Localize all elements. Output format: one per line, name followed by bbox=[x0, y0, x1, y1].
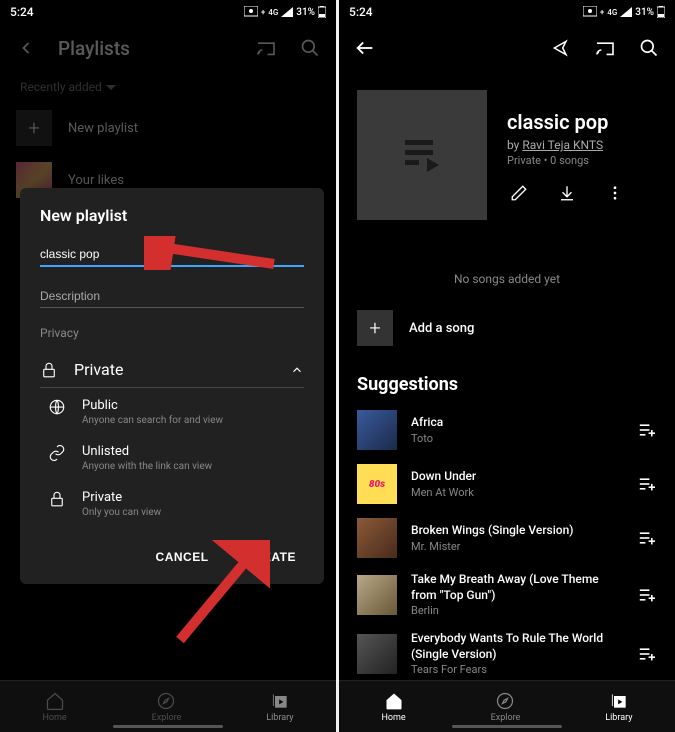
search-icon[interactable] bbox=[637, 36, 661, 60]
lock-icon bbox=[48, 490, 66, 508]
nav-home[interactable]: Home bbox=[381, 691, 405, 723]
song-thumb bbox=[357, 575, 397, 615]
right-screenshot: 5:24 + 4G 31% bbox=[339, 0, 675, 732]
privacy-option-unlisted[interactable]: Unlisted Anyone with the link can view bbox=[40, 434, 304, 480]
home-icon bbox=[45, 691, 65, 711]
privacy-option-private[interactable]: Private Only you can view bbox=[40, 480, 304, 526]
chevron-up-icon bbox=[290, 363, 304, 377]
playlist-detail: classic pop by Ravi Teja KNTS Private • … bbox=[339, 72, 675, 238]
song-row[interactable]: 80s Down Under Men At Work bbox=[339, 457, 675, 511]
add-to-playlist-icon[interactable] bbox=[637, 587, 657, 603]
song-thumb bbox=[357, 410, 397, 450]
more-icon[interactable] bbox=[603, 181, 627, 205]
share-icon[interactable] bbox=[549, 36, 573, 60]
nav-library[interactable]: Library bbox=[266, 691, 293, 723]
nav-home[interactable]: Home bbox=[42, 691, 66, 723]
sort-dropdown[interactable]: Recently added bbox=[0, 72, 336, 102]
add-to-playlist-icon[interactable] bbox=[637, 646, 657, 662]
nav-explore[interactable]: Explore bbox=[491, 691, 521, 723]
annotation-arrow bbox=[170, 540, 270, 650]
suggestions-heading: Suggestions bbox=[339, 362, 675, 403]
modal-title: New playlist bbox=[40, 206, 304, 225]
new-playlist-row[interactable]: + New playlist bbox=[0, 102, 336, 154]
compass-icon bbox=[156, 691, 176, 711]
gesture-bar bbox=[113, 725, 223, 728]
page-title: Playlists bbox=[58, 37, 234, 60]
edit-icon[interactable] bbox=[507, 181, 531, 205]
song-thumb: 80s bbox=[357, 464, 397, 504]
playlist-author: by Ravi Teja KNTS bbox=[507, 138, 627, 152]
nav-explore[interactable]: Explore bbox=[152, 691, 182, 723]
back-icon[interactable] bbox=[14, 36, 38, 60]
add-to-playlist-icon[interactable] bbox=[637, 530, 657, 546]
cast-icon[interactable] bbox=[254, 36, 278, 60]
playlist-cover bbox=[357, 90, 487, 220]
compass-icon bbox=[495, 691, 515, 711]
add-song-button[interactable]: + Add a song bbox=[339, 310, 675, 346]
privacy-selector[interactable]: Private bbox=[40, 352, 304, 388]
link-icon bbox=[48, 444, 66, 462]
playlist-name: classic pop bbox=[507, 110, 627, 134]
song-thumb bbox=[357, 634, 397, 674]
add-to-playlist-icon[interactable] bbox=[637, 422, 657, 438]
song-row[interactable]: Africa Toto bbox=[339, 403, 675, 457]
song-row[interactable]: Broken Wings (Single Version) Mr. Mister bbox=[339, 511, 675, 565]
song-row[interactable]: Everybody Wants To Rule The World (Singl… bbox=[339, 624, 675, 683]
globe-icon bbox=[48, 398, 66, 416]
song-thumb bbox=[357, 518, 397, 558]
library-icon bbox=[270, 691, 290, 711]
playlist-header bbox=[339, 24, 675, 72]
plus-icon: + bbox=[357, 310, 393, 346]
playlist-meta: Private • 0 songs bbox=[507, 154, 627, 167]
gesture-bar bbox=[452, 725, 562, 728]
back-icon[interactable] bbox=[353, 36, 377, 60]
status-battery: 31% bbox=[296, 7, 315, 18]
search-icon[interactable] bbox=[298, 36, 322, 60]
home-icon bbox=[384, 691, 404, 711]
status-time: 5:24 bbox=[10, 5, 34, 19]
playlists-header: Playlists bbox=[0, 24, 336, 72]
annotation-arrow bbox=[144, 236, 284, 270]
status-bar: 5:24 + 4G 31% bbox=[339, 0, 675, 24]
playlist-description-input[interactable] bbox=[40, 285, 304, 308]
privacy-option-public[interactable]: Public Anyone can search for and view bbox=[40, 388, 304, 434]
left-screenshot: 5:24 + 4G 31% Playlists bbox=[0, 0, 336, 732]
add-to-playlist-icon[interactable] bbox=[637, 476, 657, 492]
lock-icon bbox=[40, 361, 58, 379]
song-row[interactable]: Take My Breath Away (Love Theme from "To… bbox=[339, 565, 675, 624]
library-icon bbox=[609, 691, 629, 711]
cast-icon[interactable] bbox=[593, 36, 617, 60]
no-songs-text: No songs added yet bbox=[339, 238, 675, 310]
privacy-label: Privacy bbox=[40, 326, 304, 340]
status-bar: 5:24 + 4G 31% bbox=[0, 0, 336, 24]
nav-library[interactable]: Library bbox=[605, 691, 632, 723]
status-time: 5:24 bbox=[349, 5, 373, 19]
download-icon[interactable] bbox=[555, 181, 579, 205]
status-network: 4G bbox=[268, 8, 278, 17]
